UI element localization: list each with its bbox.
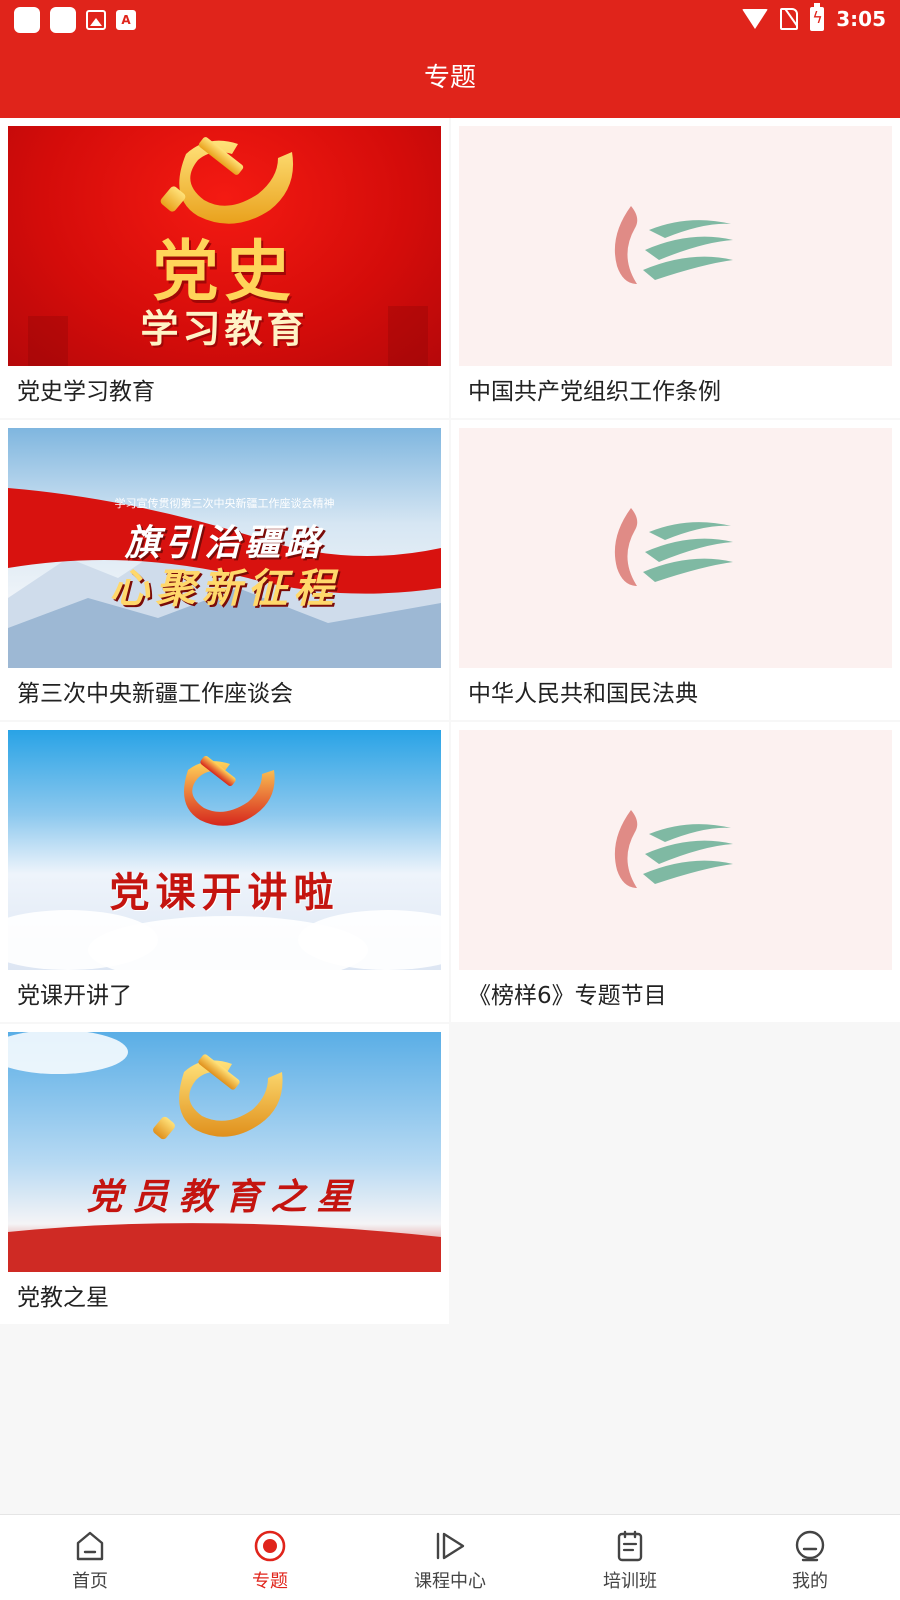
poster-headline: 党课开讲啦 [109, 869, 340, 916]
tab-home[interactable]: 首页 [0, 1515, 180, 1600]
topic-cover-image: 学习宣传贯彻第三次中央新疆工作座谈会精神 旗引治疆路 心聚新征程 [8, 428, 441, 668]
topic-card[interactable]: 党课开讲啦 党课开讲了 [0, 722, 449, 1022]
poster-headline: 党员教育之星 [86, 1176, 363, 1218]
topic-title: 党教之星 [17, 1285, 109, 1311]
image-notification-icon [86, 10, 106, 30]
topic-title: 中华人民共和国民法典 [468, 681, 698, 707]
hammer-sickle-icon [8, 755, 441, 970]
tab-label: 我的 [792, 1571, 828, 1592]
app-logo-icon [614, 508, 733, 586]
record-icon [254, 1530, 286, 1562]
status-time: 3:05 [836, 7, 886, 31]
no-sim-icon [780, 8, 799, 30]
notebook-icon [617, 1530, 643, 1562]
topic-cover-image: 党史 学习教育 [8, 126, 441, 366]
topic-title: 《榜样6》专题节目 [468, 983, 667, 1009]
placeholder-image [459, 428, 892, 668]
placeholder-image [459, 730, 892, 970]
placeholder-image [459, 126, 892, 366]
status-bar: A 3:05 [0, 0, 900, 38]
tab-label: 培训班 [603, 1571, 657, 1592]
topic-title: 党史学习教育 [17, 379, 155, 405]
topic-card[interactable]: 《榜样6》专题节目 [451, 722, 900, 1022]
play-icon [436, 1532, 465, 1560]
home-icon [76, 1531, 104, 1561]
tab-label: 课程中心 [414, 1571, 486, 1592]
topic-card[interactable]: 中华人民共和国民法典 [451, 420, 900, 720]
tab-label: 专题 [252, 1571, 288, 1592]
text-notification-icon: A [116, 10, 136, 30]
notification-icon [50, 7, 76, 33]
tab-mine[interactable]: 我的 [720, 1515, 900, 1600]
topic-title: 中国共产党组织工作条例 [468, 379, 721, 405]
poster-subtitle: 心聚新征程 [109, 565, 340, 612]
app-logo-icon [614, 206, 733, 284]
topic-card[interactable]: 中国共产党组织工作条例 [451, 118, 900, 418]
profile-icon [795, 1530, 825, 1562]
page-title: 专题 [423, 63, 476, 93]
hammer-sickle-icon [8, 1032, 441, 1272]
topic-card[interactable]: 党员教育之星 党教之星 [0, 1024, 449, 1324]
notification-icon [14, 7, 40, 33]
topic-card[interactable]: 学习宣传贯彻第三次中央新疆工作座谈会精神 旗引治疆路 心聚新征程 第三次中央新疆… [0, 420, 449, 720]
battery-charging-icon [810, 3, 825, 31]
topic-card[interactable]: 党史 学习教育 党史学习教育 [0, 118, 449, 418]
tab-course-center[interactable]: 课程中心 [360, 1515, 540, 1600]
topic-cover-image: 党课开讲啦 [8, 730, 441, 970]
app-header: 专题 [0, 38, 900, 118]
tab-label: 首页 [72, 1571, 108, 1592]
topic-title: 第三次中央新疆工作座谈会 [17, 681, 293, 707]
topic-cover-image: 党员教育之星 [8, 1032, 441, 1272]
tab-topics[interactable]: 专题 [180, 1515, 360, 1600]
topic-title: 党课开讲了 [17, 983, 132, 1009]
app-logo-icon [614, 810, 733, 888]
tab-training-class[interactable]: 培训班 [540, 1515, 720, 1600]
wifi-icon [742, 9, 769, 29]
poster-caption: 学习宣传贯彻第三次中央新疆工作座谈会精神 [114, 497, 335, 510]
bottom-tab-bar: 首页 专题 课程中心 培训班 我的 [0, 1514, 900, 1600]
poster-subtitle: 学习教育 [140, 306, 309, 351]
